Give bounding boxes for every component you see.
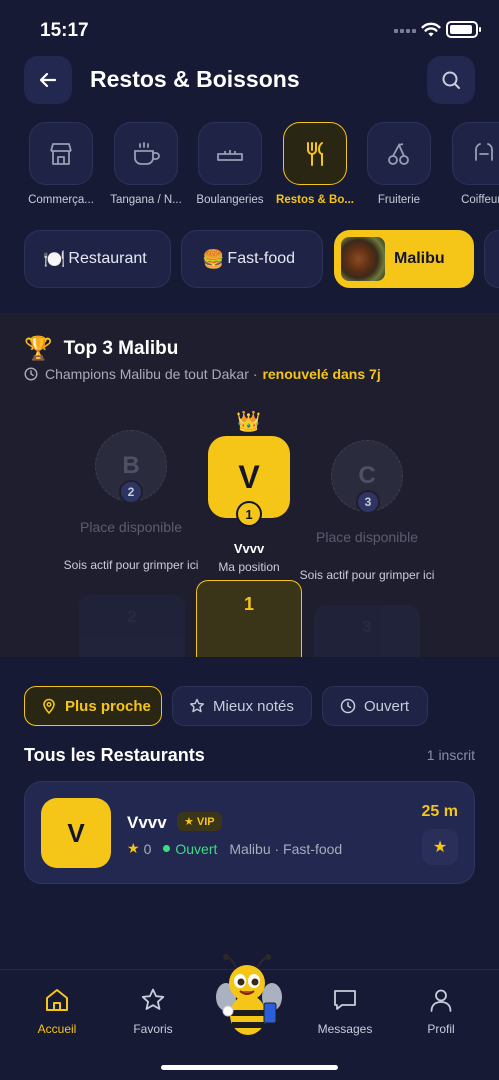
top3-subtitle-text: Champions Malibu de tout Dakar · xyxy=(45,366,258,382)
third-place-podium: 3 xyxy=(314,605,420,657)
nav-messages[interactable]: Messages xyxy=(305,986,385,1036)
restaurant-distance: 25 m xyxy=(421,803,458,820)
first-place-podium: 1 xyxy=(196,580,302,657)
nav-profile-label: Profil xyxy=(427,1022,455,1036)
star-outline-icon xyxy=(190,698,204,713)
vip-badge: ★ VIP xyxy=(177,812,222,831)
restaurant-tags: Malibu · Fast-food xyxy=(229,840,343,857)
status-time: 15:17 xyxy=(40,20,89,41)
top3-section: 🏆 Top 3 Malibu Champions Malibu de tout … xyxy=(0,313,499,657)
category-commerce[interactable]: Commerça... xyxy=(15,122,107,206)
cherries-icon xyxy=(388,142,409,165)
filter-chip-restaurant[interactable]: 🍽️ Restaurant xyxy=(24,230,171,288)
search-icon xyxy=(442,71,460,89)
category-label: Coiffeurs xyxy=(461,194,499,206)
star-outline-icon xyxy=(141,988,165,1010)
location-pin-icon xyxy=(43,698,55,714)
status-bar: 15:17 xyxy=(0,0,499,56)
category-boulangeries[interactable]: Boulangeries xyxy=(184,122,276,206)
filter-chip-label: Restaurant xyxy=(68,250,147,267)
search-button[interactable] xyxy=(427,56,475,104)
wifi-icon xyxy=(421,22,441,37)
star-icon: ★ xyxy=(127,840,140,856)
top3-renew-text: renouvelé dans 7j xyxy=(262,366,381,382)
clock-icon xyxy=(24,367,38,381)
star-icon: ★ xyxy=(184,816,194,828)
open-status-dot xyxy=(163,845,171,852)
store-icon xyxy=(50,142,72,165)
category-coiffeurs[interactable]: Coiffeurs xyxy=(438,122,499,206)
category-label: Restos & Bo... xyxy=(276,194,354,206)
filter-chip-more[interactable] xyxy=(484,230,499,288)
malibu-thumbnail-image xyxy=(341,237,385,281)
favorite-button[interactable]: ★ xyxy=(422,829,458,865)
third-place-rank: 3 xyxy=(356,490,380,514)
burger-icon: 🍔 xyxy=(202,248,225,269)
restaurant-rating: 0 xyxy=(143,840,152,857)
top3-subtitle: Champions Malibu de tout Dakar · renouve… xyxy=(24,366,381,382)
sort-open-button[interactable]: Ouvert xyxy=(322,686,428,726)
sort-best-rated-label: Mieux notés xyxy=(213,697,294,715)
bread-icon xyxy=(217,149,243,161)
clock-icon xyxy=(340,698,356,714)
filter-chip-malibu[interactable]: Malibu xyxy=(334,230,474,288)
bee-mascot-icon[interactable] xyxy=(214,953,284,1037)
arrow-left-icon xyxy=(39,72,57,88)
restaurant-avatar: V xyxy=(41,798,111,868)
crown-icon: 👑 xyxy=(236,411,261,433)
sort-open-label: Ouvert xyxy=(364,697,410,715)
page-title: Restos & Boissons xyxy=(90,66,300,92)
back-button[interactable] xyxy=(24,56,72,104)
coffee-cup-icon xyxy=(134,141,160,165)
category-label: Fruiterie xyxy=(377,194,421,206)
star-icon: ★ xyxy=(432,839,448,856)
restaurant-card[interactable]: V Vvvv ★ VIP ★ 0 Ouvert Malibu · Fast-fo… xyxy=(24,781,475,884)
restaurant-status: Ouvert xyxy=(175,840,218,857)
first-place-rank: 1 xyxy=(236,501,262,527)
restaurant-meta: ★ 0 Ouvert Malibu · Fast-food xyxy=(127,840,342,857)
sort-nearest-button[interactable]: Plus proche xyxy=(24,686,162,726)
nav-favorites[interactable]: Favoris xyxy=(113,986,193,1036)
home-indicator xyxy=(161,1065,338,1070)
top3-title-text: Top 3 Malibu xyxy=(63,337,179,359)
category-label: Boulangeries xyxy=(196,194,264,206)
message-icon xyxy=(334,990,356,1010)
top3-title: 🏆 Top 3 Malibu xyxy=(24,335,178,362)
second-place-podium: 2 xyxy=(79,595,185,657)
list-count: 1 inscrit xyxy=(426,747,475,763)
vip-badge-label: VIP xyxy=(196,815,215,828)
trophy-icon: 🏆 xyxy=(24,335,53,361)
nav-home-label: Accueil xyxy=(37,1022,77,1036)
category-label: Commerça... xyxy=(28,194,94,206)
battery-icon xyxy=(446,21,481,38)
plate-icon: 🍽️ xyxy=(43,248,66,269)
filter-chip-fastfood[interactable]: 🍔 Fast-food xyxy=(181,230,323,288)
second-place-rank: 2 xyxy=(119,480,143,504)
category-fruiterie[interactable]: Fruiterie xyxy=(353,122,445,206)
cellular-signal-icon xyxy=(394,29,416,33)
sort-nearest-label: Plus proche xyxy=(65,697,151,715)
sort-best-rated-button[interactable]: Mieux notés xyxy=(172,686,312,726)
filter-chip-label: Malibu xyxy=(394,250,445,267)
nav-favorites-label: Favoris xyxy=(133,1022,173,1036)
home-icon xyxy=(46,989,68,1011)
filter-chip-label: Fast-food xyxy=(227,250,296,267)
category-restos-boissons[interactable]: Restos & Bo... xyxy=(269,122,361,206)
category-strip: Commerça... Tangana / N... Boulangeries … xyxy=(0,122,499,214)
third-place-label: Place disponible xyxy=(316,529,418,545)
third-place-hint: Sois actif pour grimper ici xyxy=(299,568,435,582)
category-label: Tangana / N... xyxy=(110,194,182,206)
category-tangana[interactable]: Tangana / N... xyxy=(100,122,192,206)
nav-messages-label: Messages xyxy=(317,1022,373,1036)
restaurant-name: Vvvv xyxy=(127,813,167,832)
hair-dryer-icon xyxy=(475,142,493,161)
nav-home[interactable]: Accueil xyxy=(17,986,97,1036)
second-place-label: Place disponible xyxy=(80,519,182,535)
fork-knife-icon xyxy=(307,141,323,166)
list-title: Tous les Restaurants xyxy=(24,745,205,765)
user-icon xyxy=(430,989,452,1012)
nav-profile[interactable]: Profil xyxy=(401,986,481,1036)
